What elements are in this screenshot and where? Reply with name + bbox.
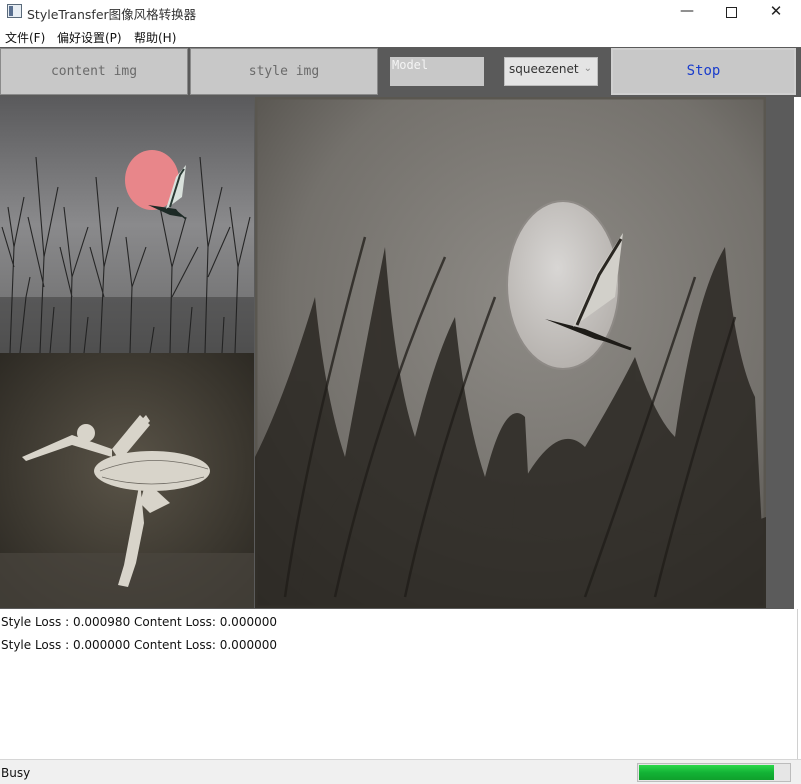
title-bar: StyleTransfer图像风格转换器 — ✕: [0, 0, 801, 24]
stop-button[interactable]: Stop: [611, 48, 796, 95]
log-line: Style Loss : 0.000980 Content Loss: 0.00…: [1, 615, 277, 629]
model-select[interactable]: squeezenet ⌄: [504, 57, 598, 86]
model-input[interactable]: Model: [390, 57, 484, 86]
scroll-gutter: [794, 97, 801, 609]
log-area: Style Loss : 0.000980 Content Loss: 0.00…: [0, 609, 798, 759]
menu-bar: 文件(F) 偏好设置(P) 帮助(H): [0, 27, 801, 46]
menu-file[interactable]: 文件(F): [5, 29, 45, 46]
menu-preferences[interactable]: 偏好设置(P): [57, 29, 122, 46]
minimize-button[interactable]: —: [664, 0, 710, 24]
window-title: StyleTransfer图像风格转换器: [27, 7, 197, 22]
close-button[interactable]: ✕: [753, 0, 799, 24]
style-image: [0, 353, 254, 608]
menu-help[interactable]: 帮助(H): [134, 29, 176, 46]
minimize-icon: —: [680, 3, 694, 19]
close-icon: ✕: [769, 2, 783, 20]
model-select-value: squeezenet: [509, 62, 579, 76]
progress-fill: [639, 765, 774, 780]
style-img-button[interactable]: style img: [190, 48, 378, 95]
log-line: Style Loss : 0.000000 Content Loss: 0.00…: [1, 638, 277, 652]
chevron-down-icon: ⌄: [583, 63, 592, 74]
maximize-icon: [725, 7, 737, 18]
progress-bar: [637, 763, 791, 782]
maximize-button[interactable]: [708, 0, 754, 24]
content-img-button[interactable]: content img: [0, 48, 188, 95]
status-bar: Busy: [0, 759, 801, 784]
result-image: [255, 97, 766, 608]
app-icon: [7, 4, 22, 18]
content-image: [0, 97, 254, 353]
status-text: Busy: [1, 766, 31, 780]
toolbar: content img style img Model squeezenet ⌄…: [0, 47, 801, 97]
